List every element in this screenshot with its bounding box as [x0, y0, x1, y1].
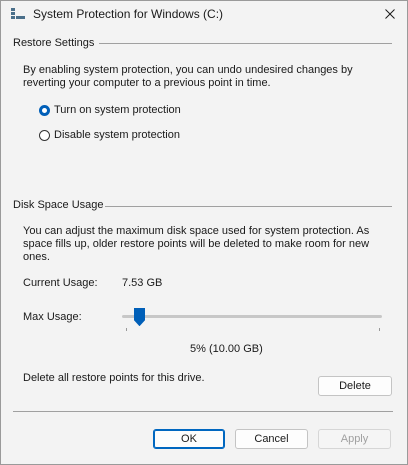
disk-space-divider	[105, 206, 392, 207]
delete-restore-points-text: Delete all restore points for this drive…	[23, 372, 205, 384]
max-usage-slider-thumb[interactable]	[133, 308, 145, 327]
title-bar: System Protection for Windows (C:)	[1, 1, 407, 29]
radio-disable-protection[interactable]: Disable system protection	[39, 129, 180, 141]
cancel-button[interactable]: Cancel	[235, 429, 308, 449]
footer-divider	[13, 411, 393, 412]
close-button[interactable]	[379, 4, 401, 24]
current-usage-label: Current Usage:	[23, 277, 98, 289]
slider-tick	[126, 328, 127, 331]
restore-settings-header: Restore Settings	[13, 37, 95, 49]
system-protection-dialog: System Protection for Windows (C:) Resto…	[0, 0, 408, 465]
radio-label: Turn on system protection	[54, 104, 181, 116]
delete-button[interactable]: Delete	[318, 376, 392, 396]
close-icon	[385, 9, 395, 19]
radio-checked-icon	[39, 104, 50, 116]
current-usage-value: 7.53 GB	[122, 277, 163, 289]
disk-space-description: You can adjust the maximum disk space us…	[23, 225, 370, 263]
system-protection-icon	[11, 8, 25, 20]
restore-settings-divider	[99, 43, 392, 44]
ok-button[interactable]: OK	[153, 429, 225, 449]
window-title: System Protection for Windows (C:)	[33, 7, 224, 21]
radio-unchecked-icon	[39, 129, 50, 141]
disk-space-header: Disk Space Usage	[13, 199, 104, 211]
max-usage-label: Max Usage:	[23, 311, 82, 323]
radio-turn-on-protection[interactable]: Turn on system protection	[39, 104, 181, 116]
apply-button[interactable]: Apply	[318, 429, 391, 449]
max-usage-slider-track[interactable]	[122, 315, 382, 318]
radio-label: Disable system protection	[54, 129, 180, 141]
restore-settings-description: By enabling system protection, you can u…	[23, 64, 353, 89]
max-usage-readout: 5% (10.00 GB)	[190, 343, 263, 355]
slider-tick	[379, 328, 380, 331]
